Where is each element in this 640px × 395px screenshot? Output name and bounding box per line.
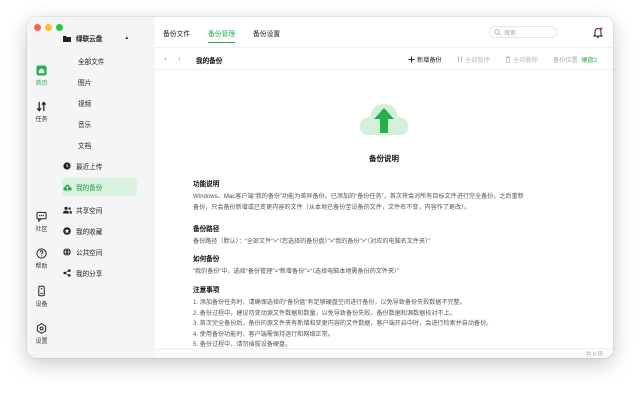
search-icon xyxy=(494,28,501,36)
rail-item-community[interactable]: 社区 xyxy=(27,211,56,233)
help-icon xyxy=(36,248,47,259)
trash-icon xyxy=(505,56,511,63)
collapse-caret-icon[interactable]: ▲ xyxy=(124,35,129,41)
plus-icon xyxy=(408,56,415,63)
search-input[interactable]: 搜索 xyxy=(489,26,557,38)
section-feature: 功能说明 Windows、Mac客户端“我的备份”功能为差异备份。已添加的“备份… xyxy=(193,178,593,213)
back-icon[interactable]: ‹ xyxy=(164,54,167,63)
rail-item-label: 帮助 xyxy=(35,264,48,270)
rail-item-device[interactable]: 设备 xyxy=(27,285,56,308)
rail-item-home[interactable]: 首页 xyxy=(27,65,56,87)
tab-backup-settings[interactable]: 备份设置 xyxy=(253,28,280,38)
notification-button[interactable] xyxy=(592,25,604,43)
backup-location-value: 硬盘2 xyxy=(581,57,598,64)
pause-all-label: 全部暂停 xyxy=(465,57,490,64)
users-icon xyxy=(62,206,72,214)
pause-all-button[interactable]: 全部暂停 xyxy=(457,55,490,64)
app-window: 首页 任务 社区 帮助 设备 设置 绿联云盘 ▲ 全部文件 图片 视频 音乐 文… xyxy=(27,17,613,358)
cloud-upload-icon xyxy=(62,184,72,191)
sidebar-item-label: 公共空间 xyxy=(76,250,103,257)
forward-icon[interactable]: › xyxy=(178,54,181,63)
sidebar-header-label: 绿联云盘 xyxy=(76,36,103,43)
sidebar-item-label: 视频 xyxy=(78,101,92,108)
section-line: 3. 首次完全备份后，备份的源文件夹有新增和变更内容的文件数据，客户端开启中时，… xyxy=(193,320,493,328)
transfer-icon xyxy=(36,101,47,112)
close-window-button[interactable] xyxy=(34,24,41,31)
sidebar-item-label: 我的收藏 xyxy=(76,229,103,236)
section-line: Windows、Mac客户端“我的备份”功能为差异备份。已添加的“备份任务”，首… xyxy=(193,193,524,200)
device-icon xyxy=(38,285,45,297)
section-path: 备份路径 备份路径（默认）：“全部文件”>“（您选择的备份盘）”>“我的备份”>… xyxy=(193,223,593,248)
item-count: 共 0 项 xyxy=(585,352,603,358)
delete-all-button[interactable]: 全部删除 xyxy=(505,55,538,64)
sidebar: 绿联云盘 ▲ 全部文件 图片 视频 音乐 文档 最近上传 我的备份 共享空间 我… xyxy=(56,17,156,358)
rail-item-label: 设备 xyxy=(35,302,48,308)
sidebar-item-label: 我的备份 xyxy=(76,185,103,192)
rail-item-label: 任务 xyxy=(35,117,48,123)
sidebar-item-label: 共享空间 xyxy=(76,208,103,215)
sidebar-item-my-backup[interactable]: 我的备份 xyxy=(62,178,137,196)
sidebar-item-label: 文档 xyxy=(78,143,92,150)
share-icon xyxy=(62,269,72,277)
section-heading: 备份路径 xyxy=(193,226,220,233)
main-panel: 备份文件 备份管理 备份设置 搜索 ‹ › 我的备份 新增备份 全部暂停 全部删… xyxy=(155,17,613,358)
search-placeholder: 搜索 xyxy=(504,30,517,37)
rail-item-label: 社区 xyxy=(35,227,48,233)
chat-icon xyxy=(36,211,47,222)
section-line: “我的备份”中，选择“备份管理”>“新增备份”>“（选择电脑本地需备份的文件夹）… xyxy=(193,268,400,275)
cloud-upload-icon xyxy=(360,104,409,135)
sidebar-item-label: 图片 xyxy=(78,80,92,87)
bell-icon xyxy=(592,27,604,38)
toolbar: ‹ › 我的备份 新增备份 全部暂停 全部删除 备份位置: 硬盘2 xyxy=(155,47,613,70)
tab-backup-management[interactable]: 备份管理 xyxy=(208,28,236,43)
rail-item-label: 设置 xyxy=(35,339,48,345)
info-title: 备份说明 xyxy=(369,154,399,163)
section-howto: 如何备份 “我的备份”中，选择“备份管理”>“新增备份”>“（选择电脑本地需备份… xyxy=(193,253,593,278)
tab-backup-files[interactable]: 备份文件 xyxy=(163,28,190,38)
sidebar-item-label: 音乐 xyxy=(78,122,92,129)
section-line: 备份，只会备份新增或已变更内容的文件（从本地已备份至设备的文件，文件名不变，内容… xyxy=(193,203,471,211)
star-icon xyxy=(62,227,72,235)
section-line: 2. 备份过程中，建议勿变动源文件数据和数量，以免导致备份失败，备份数据和源数据… xyxy=(193,309,456,317)
minimize-window-button[interactable] xyxy=(45,24,52,31)
add-backup-label: 新增备份 xyxy=(417,57,442,64)
add-backup-button[interactable]: 新增备份 xyxy=(408,55,442,64)
sidebar-item-label: 全部文件 xyxy=(78,59,105,66)
clock-icon xyxy=(62,162,72,170)
section-heading: 功能说明 xyxy=(193,181,220,188)
rail-item-tasks[interactable]: 任务 xyxy=(27,101,56,123)
nav-rail: 首页 任务 社区 帮助 设备 设置 xyxy=(27,17,57,358)
section-heading: 如何备份 xyxy=(193,256,220,263)
section-line: 1. 添加备份任务时，请确保选择的“备份盘”有足够硬盘空间进行备份，以免导致备份… xyxy=(193,299,466,306)
section-line: 4. 使用备份功能时，客户端需保持运行和网络正常。 xyxy=(193,330,334,338)
folder-icon xyxy=(62,35,72,42)
section-notes: 注意事项 1. 添加备份任务时，请确保选择的“备份盘”有足够硬盘空间进行备份，以… xyxy=(193,284,593,351)
rail-item-label: 首页 xyxy=(35,81,48,87)
window-controls xyxy=(34,24,63,31)
status-bar: 共 0 项 xyxy=(155,348,613,358)
home-icon xyxy=(36,65,47,76)
rail-item-help[interactable]: 帮助 xyxy=(27,248,56,270)
delete-all-label: 全部删除 xyxy=(513,57,538,64)
pause-icon xyxy=(458,56,462,63)
section-line: 备份路径（默认）：“全部文件”>“（您选择的备份盘）”>“我的备份”>“（对应的… xyxy=(193,238,431,245)
top-bar: 备份文件 备份管理 备份设置 搜索 xyxy=(155,17,613,48)
sidebar-item-label: 最近上传 xyxy=(76,164,103,171)
rail-item-settings[interactable]: 设置 xyxy=(27,323,56,345)
backup-location-label: 备份位置: xyxy=(553,57,580,64)
globe-icon xyxy=(62,248,72,256)
backup-info-panel: 备份说明 功能说明 Windows、Mac客户端“我的备份”功能为差异备份。已添… xyxy=(155,69,613,348)
sidebar-item-label: 我的分享 xyxy=(76,271,103,278)
gear-icon xyxy=(36,323,47,334)
breadcrumb: 我的备份 xyxy=(196,58,223,65)
backup-location[interactable]: 备份位置: 硬盘2 xyxy=(553,55,597,64)
zoom-window-button[interactable] xyxy=(56,24,63,31)
section-heading: 注意事项 xyxy=(193,287,220,294)
